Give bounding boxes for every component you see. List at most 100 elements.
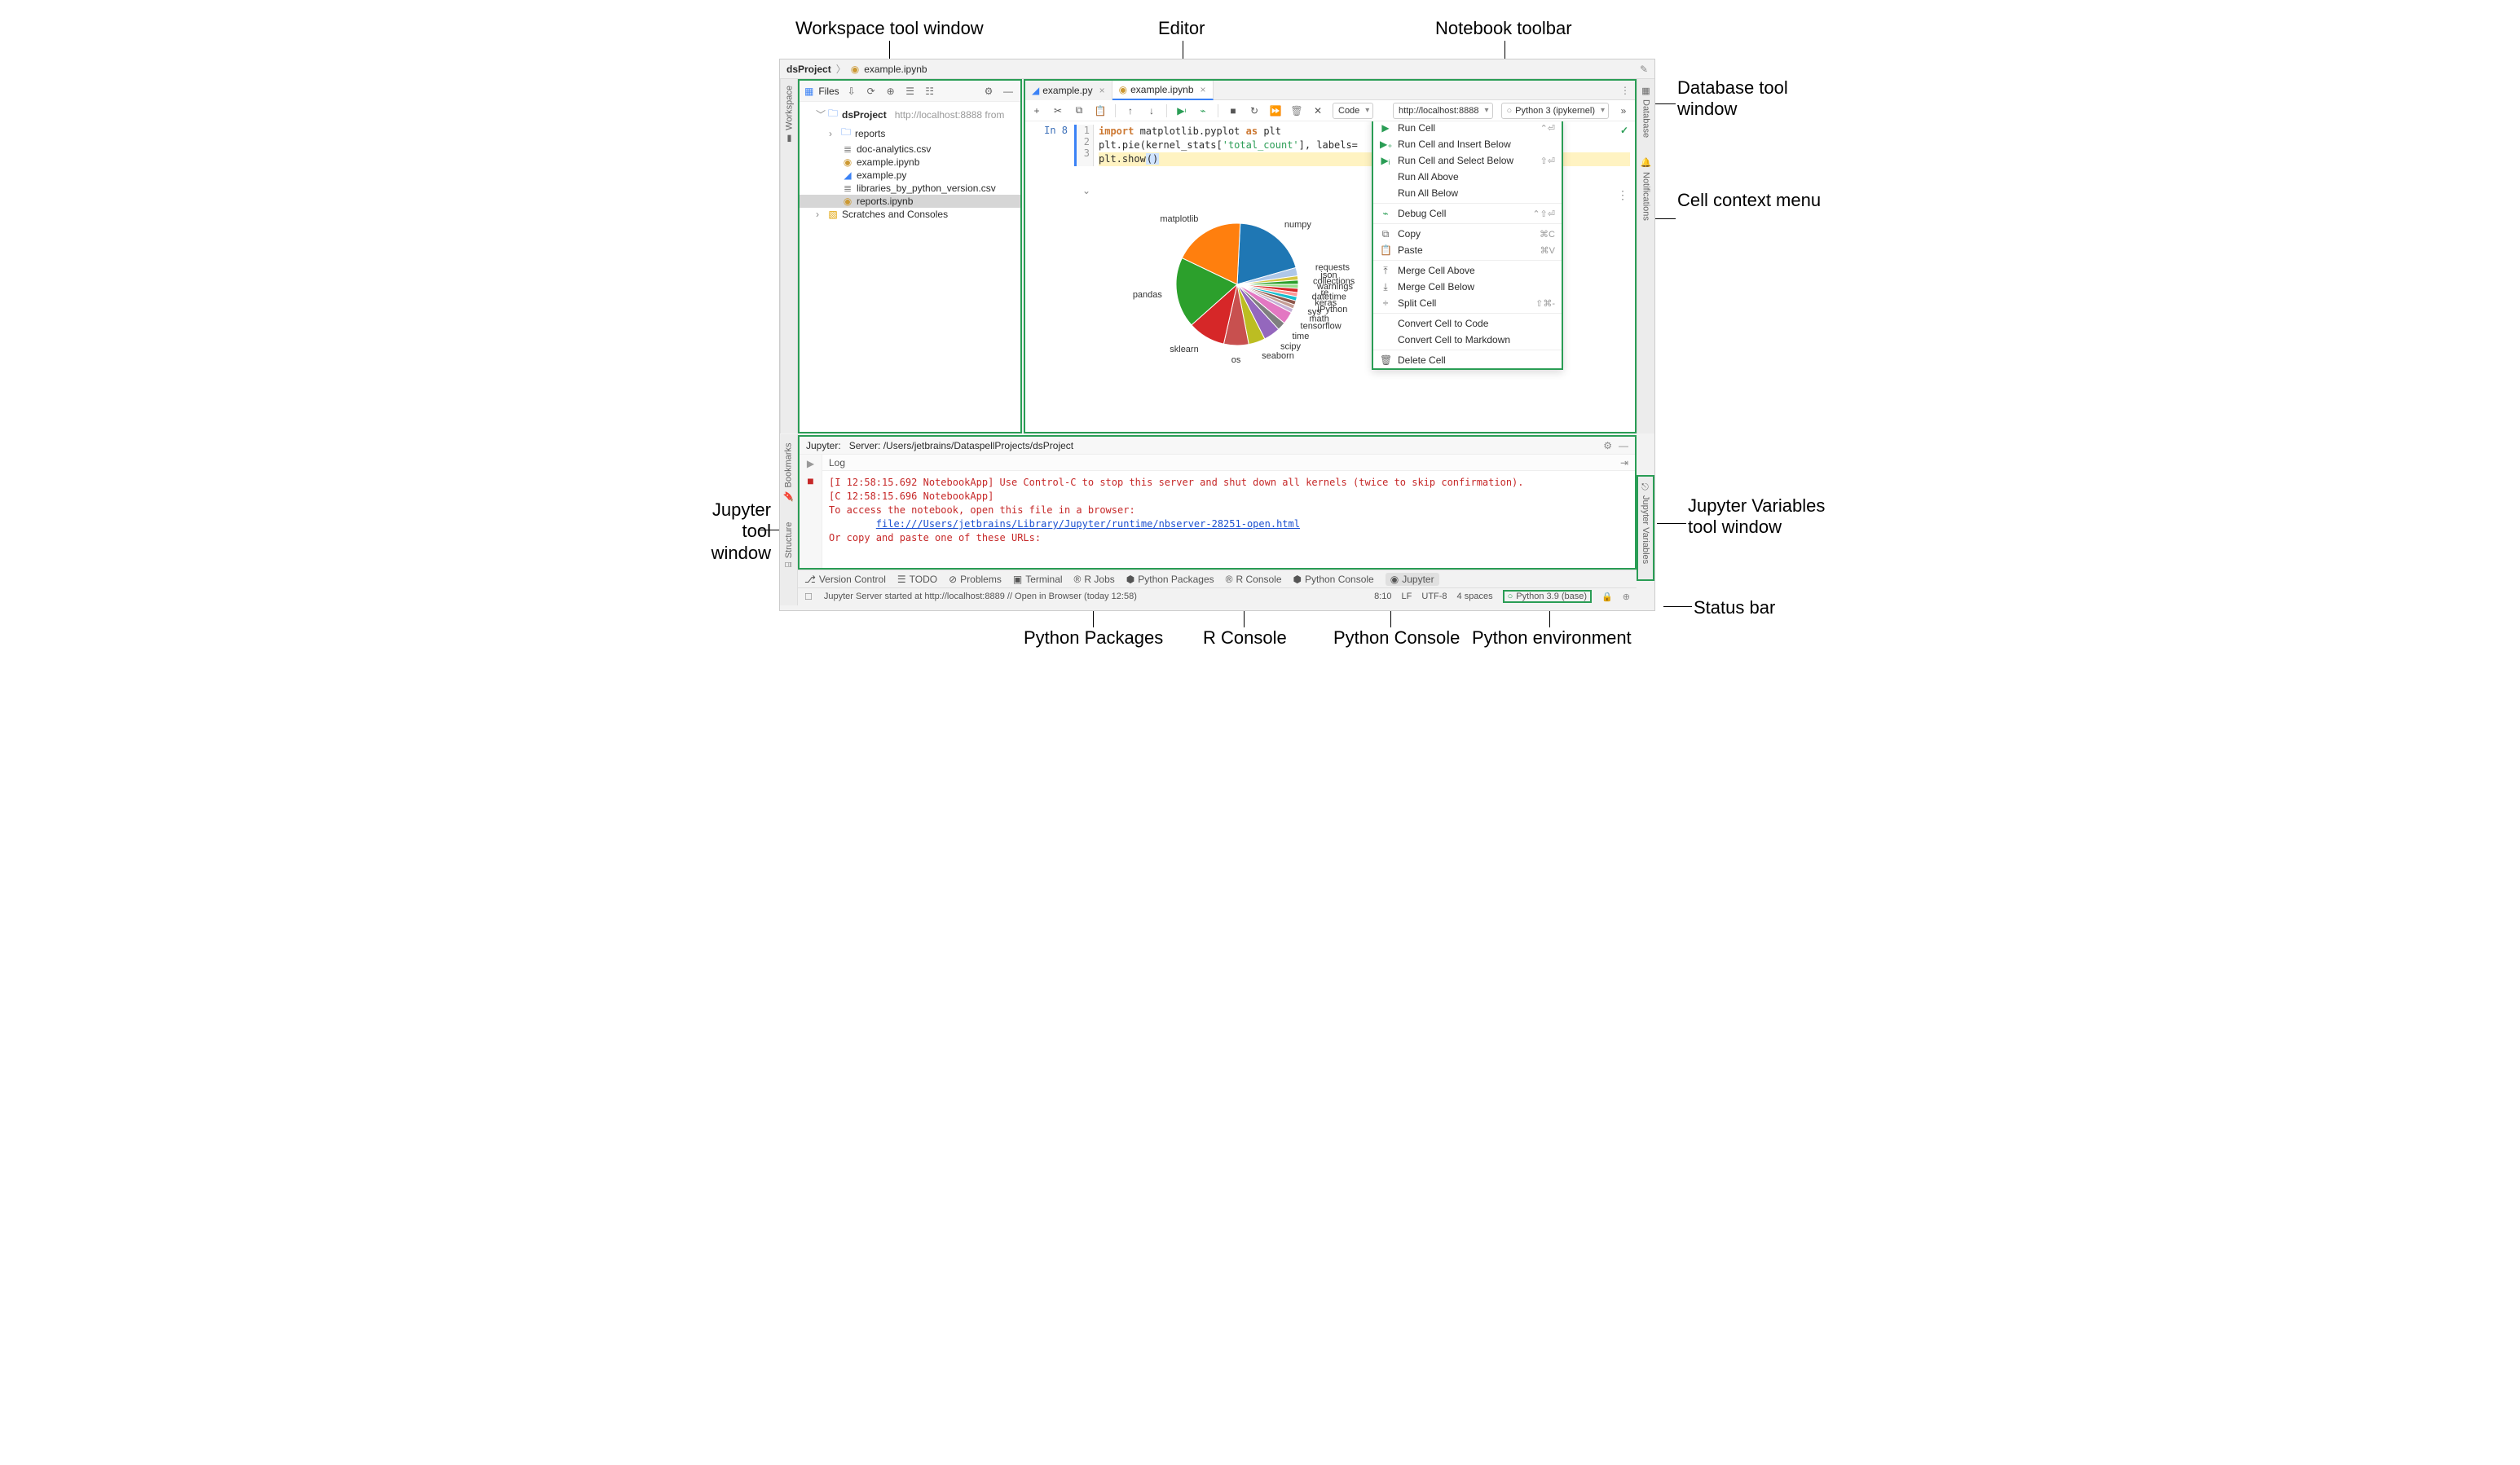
cut-button[interactable]: ✂ bbox=[1051, 104, 1064, 117]
tree-scratches[interactable]: › ▧ Scratches and Consoles bbox=[800, 208, 1020, 221]
jupyter-vars-rail[interactable]: ⎋ Jupyter Variables bbox=[1637, 475, 1654, 581]
refresh-button[interactable]: ⟳ bbox=[864, 84, 879, 99]
tab-kebab-icon[interactable]: ⋮ bbox=[1615, 85, 1635, 96]
collapse-button[interactable]: ☷ bbox=[923, 84, 937, 99]
move-down-button[interactable]: ↓ bbox=[1145, 104, 1158, 117]
lock-icon[interactable]: 🔒 bbox=[1601, 592, 1613, 602]
ctx-convert-cell-to-markdown[interactable]: Convert Cell to Markdown bbox=[1373, 332, 1562, 348]
edit-icon[interactable]: ✎ bbox=[1640, 64, 1648, 75]
caret-position[interactable]: 8:10 bbox=[1374, 592, 1391, 601]
gear-icon[interactable]: ⚙ bbox=[981, 84, 996, 99]
ctx-run-cell-and-select-below[interactable]: ▶ᵢRun Cell and Select Below⇧⏎ bbox=[1373, 152, 1562, 169]
ctx-label: Run All Below bbox=[1398, 187, 1458, 199]
ctx-run-cell[interactable]: ▶Run Cell⌃⏎ bbox=[1373, 121, 1562, 136]
folder-icon: ▮ bbox=[784, 134, 795, 144]
bottom-tab-r-console[interactable]: ®R Console bbox=[1226, 574, 1282, 585]
bottom-tab-python-console[interactable]: ⬢Python Console bbox=[1293, 574, 1374, 585]
chevron-down-icon[interactable]: ﹀ bbox=[816, 108, 824, 121]
bottom-tab-problems[interactable]: ⊘Problems bbox=[949, 574, 1002, 585]
bottom-tab-jupyter[interactable]: ◉Jupyter bbox=[1386, 573, 1439, 586]
interrupt-button[interactable]: ✕ bbox=[1311, 104, 1324, 117]
add-cell-button[interactable]: + bbox=[1030, 104, 1043, 117]
svg-text:tensorflow: tensorflow bbox=[1301, 321, 1342, 331]
ctx-split-cell[interactable]: ÷Split Cell⇧⌘- bbox=[1373, 295, 1562, 311]
tree-root[interactable]: ﹀ 🗀 dsProject http://localhost:8888 from bbox=[800, 105, 1020, 124]
zoom-icon[interactable]: ⊕ bbox=[1623, 592, 1630, 602]
ctx-run-cell-and-insert-below[interactable]: ▶₊Run Cell and Insert Below bbox=[1373, 136, 1562, 152]
notifications-tab[interactable]: 🔔 Notifications bbox=[1641, 154, 1651, 223]
softwrap-icon[interactable]: ⇥ bbox=[1620, 457, 1628, 469]
ctx-run-all-below[interactable]: Run All Below bbox=[1373, 185, 1562, 201]
indent[interactable]: 4 spaces bbox=[1457, 592, 1493, 601]
expand-button[interactable]: ☰ bbox=[903, 84, 918, 99]
tab-example-ipynb[interactable]: ◉ example.ipynb × bbox=[1112, 81, 1214, 100]
chevron-right-icon[interactable]: › bbox=[816, 209, 824, 220]
structure-tab[interactable]: ⌸ Structure bbox=[784, 519, 794, 570]
status-tray-icon[interactable]: ☐ bbox=[804, 592, 813, 602]
tab-example-py[interactable]: ◢ example.py × bbox=[1025, 81, 1112, 100]
breadcrumb-root[interactable]: dsProject bbox=[786, 64, 831, 75]
paste-button[interactable]: 📋 bbox=[1094, 104, 1107, 117]
ctx-run-all-above[interactable]: Run All Above bbox=[1373, 169, 1562, 185]
bookmarks-tab[interactable]: 🔖 Bookmarks bbox=[783, 439, 794, 504]
stop-icon[interactable]: ■ bbox=[807, 474, 813, 487]
clear-button[interactable]: 🗑 bbox=[1290, 104, 1303, 117]
ctx-paste[interactable]: 📋Paste⌘V bbox=[1373, 242, 1562, 258]
run-icon[interactable]: ▶ bbox=[807, 458, 814, 469]
cell-context-menu: ▶Run Cell⌃⏎▶₊Run Cell and Insert Below▶ᵢ… bbox=[1372, 121, 1563, 370]
ctx-debug-cell[interactable]: ⌁Debug Cell⌃⇧⏎ bbox=[1373, 205, 1562, 222]
tree-folder[interactable]: › 🗀 reports bbox=[800, 124, 1020, 143]
svg-text:matplotlib: matplotlib bbox=[1160, 214, 1198, 224]
tree-file[interactable]: ◉ example.ipynb bbox=[800, 156, 1020, 169]
svg-text:os: os bbox=[1231, 355, 1241, 365]
bottom-tab-python-packages[interactable]: ⬢Python Packages bbox=[1126, 574, 1214, 585]
log-tab[interactable]: Log bbox=[829, 457, 845, 469]
tree-file[interactable]: ≣ doc-analytics.csv bbox=[800, 143, 1020, 156]
expand-toolbar-icon[interactable]: » bbox=[1617, 104, 1630, 117]
restart-button[interactable]: ↻ bbox=[1248, 104, 1261, 117]
ctx-label: Run Cell bbox=[1398, 122, 1435, 134]
line-ending[interactable]: LF bbox=[1402, 592, 1412, 601]
stop-button[interactable]: ■ bbox=[1227, 104, 1240, 117]
copy-button[interactable]: ⧉ bbox=[1073, 104, 1086, 117]
server-select[interactable]: http://localhost:8888 bbox=[1393, 103, 1492, 119]
encoding[interactable]: UTF-8 bbox=[1421, 592, 1447, 601]
breadcrumb-file[interactable]: example.ipynb bbox=[864, 64, 927, 75]
merge-down-icon: ⤓ bbox=[1380, 281, 1391, 293]
target-button[interactable]: ⊕ bbox=[883, 84, 898, 99]
tree-file[interactable]: ≣ libraries_by_python_version.csv bbox=[800, 182, 1020, 195]
ctx-merge-cell-below[interactable]: ⤓Merge Cell Below bbox=[1373, 279, 1562, 295]
database-tab[interactable]: ▦ Database bbox=[1641, 82, 1651, 141]
bottom-tab-todo[interactable]: ☰TODO bbox=[897, 574, 937, 585]
run-cell-button[interactable]: ▶ı bbox=[1175, 104, 1188, 117]
close-icon[interactable]: × bbox=[1201, 84, 1206, 95]
bottom-tab-version-control[interactable]: ⎇Version Control bbox=[804, 574, 886, 585]
tree-file[interactable]: ◢ example.py bbox=[800, 169, 1020, 182]
bottom-tab-terminal[interactable]: ▣Terminal bbox=[1013, 574, 1063, 585]
kernel-select[interactable]: ○ Python 3 (ipykernel) bbox=[1501, 103, 1609, 119]
ctx-convert-cell-to-code[interactable]: Convert Cell to Code bbox=[1373, 315, 1562, 332]
tree-file-selected[interactable]: ◉ reports.ipynb bbox=[800, 195, 1020, 208]
jupyter-log[interactable]: [I 12:58:15.692 NotebookApp] Use Control… bbox=[822, 471, 1635, 568]
workspace-tab[interactable]: ▮ Workspace bbox=[784, 82, 795, 147]
attach-button[interactable]: ⇩ bbox=[844, 84, 859, 99]
gear-icon[interactable]: ⚙ bbox=[1603, 440, 1612, 451]
ctx-copy[interactable]: ⧉Copy⌘C bbox=[1373, 226, 1562, 242]
move-up-button[interactable]: ↑ bbox=[1124, 104, 1137, 117]
callout-r-console: R Console bbox=[1203, 627, 1287, 649]
debug-cell-button[interactable]: ⌁ bbox=[1196, 104, 1209, 117]
hide-button[interactable]: — bbox=[1001, 84, 1015, 99]
hide-button[interactable]: — bbox=[1619, 440, 1628, 451]
shortcut: ⌘C bbox=[1540, 229, 1555, 240]
close-icon[interactable]: × bbox=[1099, 85, 1105, 96]
chevron-right-icon[interactable]: › bbox=[829, 128, 837, 139]
bottom-tab-r-jobs[interactable]: ®R Jobs bbox=[1074, 574, 1115, 585]
ctx-merge-cell-above[interactable]: ⤒Merge Cell Above bbox=[1373, 262, 1562, 279]
svg-text:pandas: pandas bbox=[1133, 290, 1163, 300]
project-tree[interactable]: ﹀ 🗀 dsProject http://localhost:8888 from… bbox=[800, 102, 1020, 432]
cell-kebab-icon[interactable]: ⋮ bbox=[1617, 188, 1628, 202]
cell-type-select[interactable]: Code bbox=[1333, 103, 1373, 119]
run-all-button[interactable]: ⏩ bbox=[1269, 104, 1282, 117]
ctx-delete-cell[interactable]: 🗑Delete Cell bbox=[1373, 352, 1562, 368]
python-env[interactable]: ○ Python 3.9 (base) bbox=[1503, 590, 1593, 603]
